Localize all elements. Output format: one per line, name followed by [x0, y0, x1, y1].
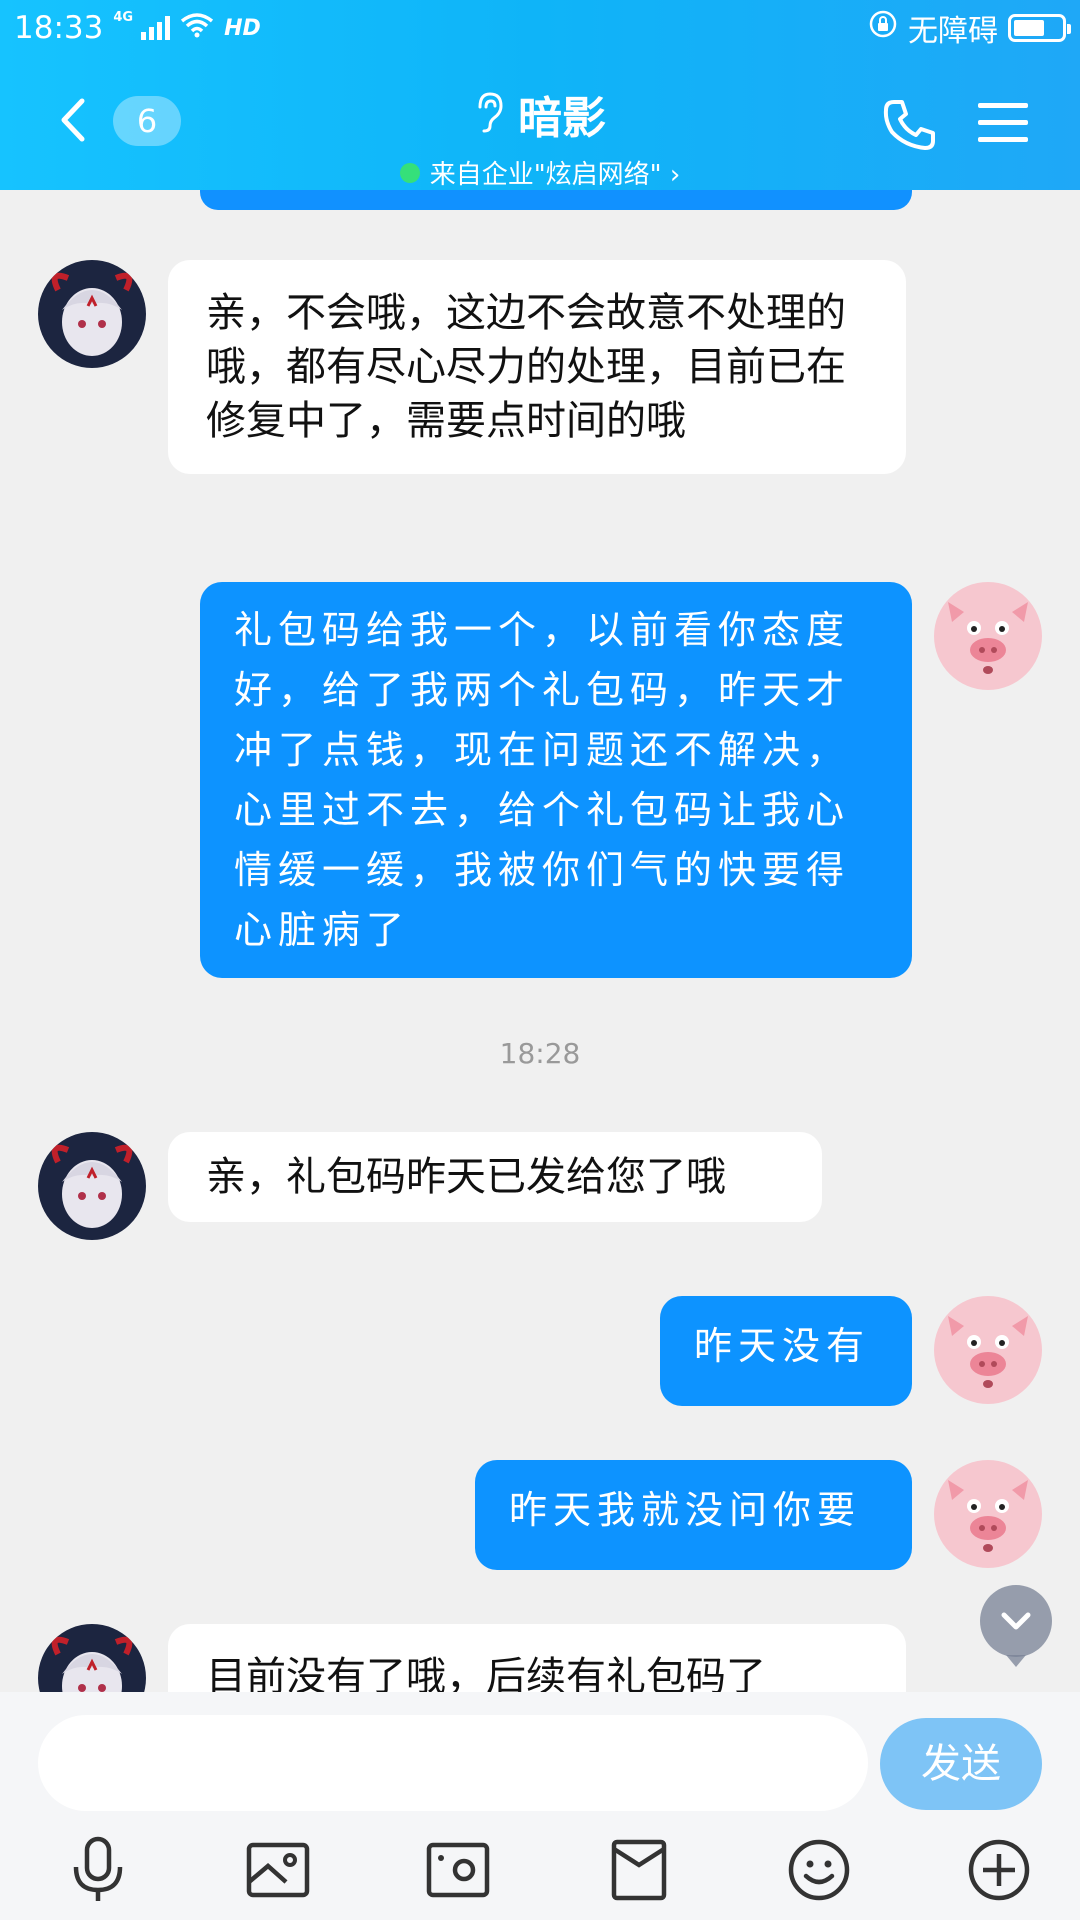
contact-avatar[interactable]: [38, 1624, 146, 1692]
image-button[interactable]: [240, 1832, 316, 1908]
more-button[interactable]: [961, 1832, 1037, 1908]
message-text: 昨天我就没问你要: [509, 1488, 862, 1532]
camera-button[interactable]: [420, 1832, 496, 1908]
signal-icon: [141, 16, 171, 40]
chat-header: 18:33 4G HD 无障碍 6 暗影 来自企业"炫启网络" ›: [0, 0, 1080, 190]
contact-name: 暗影: [518, 93, 606, 144]
hd-voice-label: HD: [224, 15, 261, 41]
emoji-icon: [788, 1839, 849, 1901]
message-text: 目前没有了哦，后续有礼包码了: [206, 1654, 766, 1692]
message-text: 昨天没有: [694, 1324, 871, 1368]
contact-avatar[interactable]: [38, 260, 146, 368]
message-input[interactable]: [38, 1715, 868, 1811]
message-bubble-outgoing[interactable]: 礼包码给我一个，以前看你态度好，给了我两个礼包码，昨天才冲了点钱，现在问题还不解…: [200, 582, 912, 978]
company-subtitle[interactable]: 来自企业"炫启网络" ›: [430, 154, 681, 191]
message-text: 礼包码给我一个，以前看你态度好，给了我两个礼包码，昨天才冲了点钱，现在问题还不解…: [234, 608, 851, 952]
lock-rotation-icon: [868, 9, 898, 47]
status-time: 18:33: [14, 10, 104, 46]
image-icon: [246, 1842, 310, 1898]
chevron-left-icon: [61, 98, 85, 142]
user-avatar[interactable]: [934, 582, 1042, 690]
scroll-to-bottom-button[interactable]: [980, 1585, 1052, 1667]
chevron-down-icon: [1001, 1612, 1031, 1630]
status-bar: 18:33 4G HD 无障碍: [0, 0, 1080, 56]
contact-avatar[interactable]: [38, 1132, 146, 1240]
send-button[interactable]: 发送: [880, 1718, 1042, 1810]
accessibility-label: 无障碍: [908, 14, 998, 49]
online-status-dot: [399, 162, 420, 183]
hamburger-menu-icon: [978, 103, 1028, 142]
red-packet-button[interactable]: [601, 1832, 677, 1908]
message-timestamp: 18:28: [499, 1037, 581, 1070]
user-avatar[interactable]: [934, 1460, 1042, 1568]
message-bubble-incoming[interactable]: 目前没有了哦，后续有礼包码了: [168, 1624, 906, 1692]
chat-title[interactable]: 暗影 来自企业"炫启网络" ›: [300, 82, 780, 191]
red-packet-icon: [611, 1839, 666, 1901]
back-button[interactable]: [50, 95, 100, 145]
message-text: 亲，礼包码昨天已发给您了哦: [206, 1154, 726, 1200]
emoji-button[interactable]: [781, 1832, 857, 1908]
microphone-icon: [73, 1836, 123, 1901]
message-bubble-incoming[interactable]: 亲，礼包码昨天已发给您了哦: [168, 1132, 822, 1222]
unread-count-badge[interactable]: 6: [113, 96, 181, 146]
call-button[interactable]: [880, 96, 938, 154]
user-avatar[interactable]: [934, 1296, 1042, 1404]
message-bubble-outgoing[interactable]: 昨天没有: [660, 1296, 912, 1406]
camera-icon: [427, 1842, 490, 1898]
phone-icon: [883, 100, 935, 150]
voice-button[interactable]: [60, 1832, 136, 1908]
wifi-icon: [180, 11, 214, 46]
ear-mode-icon: [474, 91, 504, 137]
plus-icon: [968, 1839, 1030, 1901]
message-text: 亲，不会哦，这边不会故意不处理的哦，都有尽心尽力的处理，目前已在修复中了，需要点…: [206, 290, 846, 444]
message-bubble-incoming[interactable]: 亲，不会哦，这边不会故意不处理的哦，都有尽心尽力的处理，目前已在修复中了，需要点…: [168, 260, 906, 474]
message-bubble-outgoing[interactable]: 昨天我就没问你要: [475, 1460, 912, 1570]
network-type-label: 4G: [113, 10, 134, 25]
battery-icon: [1008, 14, 1071, 42]
message-bubble-outgoing-partial[interactable]: [200, 190, 912, 210]
composer-bar: 发送: [0, 1692, 1080, 1920]
composer-toolbar: [0, 1832, 1080, 1920]
menu-button[interactable]: [976, 100, 1030, 146]
chat-message-list[interactable]: 亲，不会哦，这边不会故意不处理的哦，都有尽心尽力的处理，目前已在修复中了，需要点…: [0, 190, 1080, 1692]
